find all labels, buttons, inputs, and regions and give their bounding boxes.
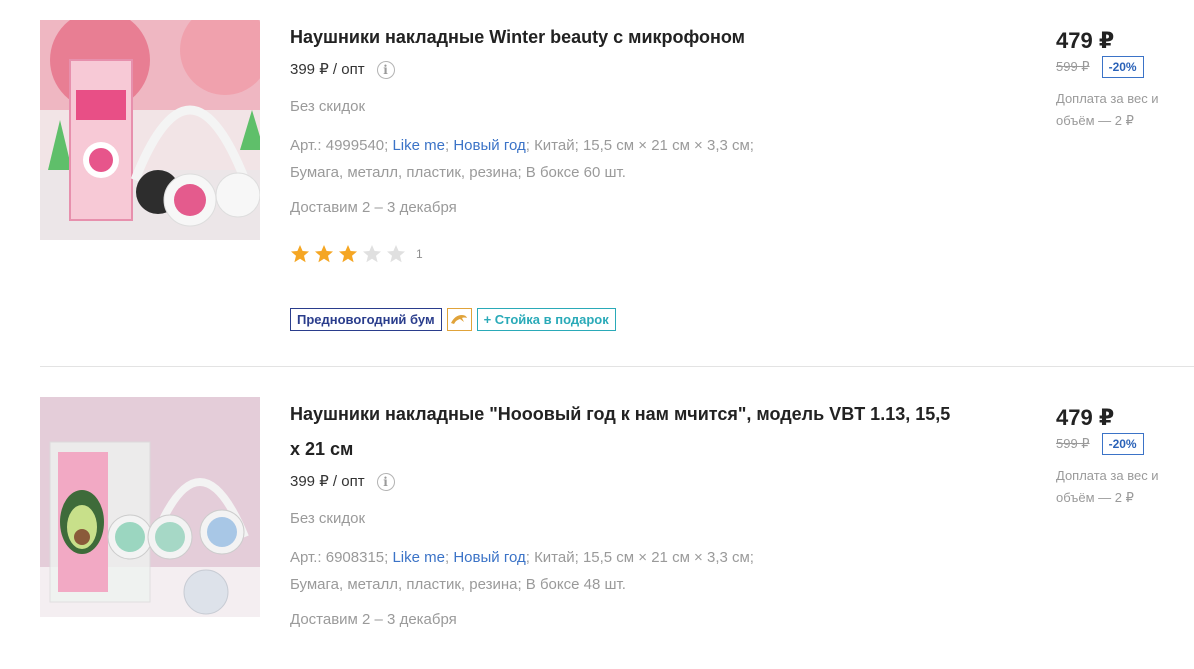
old-price: 599 ₽: [1056, 436, 1090, 451]
star-empty-icon: [386, 244, 410, 264]
product-title[interactable]: Наушники накладные Winter beauty с микро…: [290, 20, 970, 55]
article-number: Арт.: 4999540;: [290, 137, 389, 154]
product-properties: Арт.: 4999540; Like me; Новый год; Китай…: [290, 132, 970, 186]
no-discount-text: Без скидок: [290, 98, 365, 115]
wholesale-price: 399 ₽ / опт i: [290, 58, 970, 82]
wholesale-price-text: 399 ₽ / опт: [290, 61, 365, 78]
rating[interactable]: 1: [290, 244, 970, 264]
surcharge-text: Доплата за вес и объём — 2 ₽: [1056, 91, 1159, 128]
price-block: 479 ₽ 599 ₽ -20% Доплата за вес и объём …: [1056, 28, 1194, 132]
price: 479 ₽: [1056, 405, 1115, 430]
gift-badge[interactable]: + Стойка в подарок: [476, 307, 616, 331]
product-info: Наушники накладные "Нооовый год к нам мч…: [290, 397, 970, 632]
product-properties: Арт.: 6908315; Like me; Новый год; Китай…: [290, 544, 970, 598]
star-icon: [314, 244, 338, 264]
star-icon: [338, 244, 362, 264]
headphones-winter-beauty-image: [40, 20, 260, 240]
brand-link[interactable]: Like me: [392, 549, 445, 566]
info-icon[interactable]: i: [376, 473, 395, 491]
properties-line-2: Бумага, металл, пластик, резина; В боксе…: [290, 164, 626, 181]
old-price: 599 ₽: [1056, 59, 1090, 74]
discount-badge: -20%: [1101, 56, 1144, 78]
collection-link[interactable]: Новый год: [453, 549, 525, 566]
article-number: Арт.: 6908315;: [290, 549, 389, 566]
reviews-count: 1: [416, 247, 423, 261]
discount-badge: -20%: [1101, 433, 1144, 455]
product-info: Наушники накладные Winter beauty с микро…: [290, 20, 970, 331]
old-price-row: 599 ₽ -20%: [1056, 56, 1194, 78]
price: 479 ₽: [1056, 28, 1115, 53]
properties-line-1: Арт.: 6908315; Like me; Новый год; Китай…: [290, 544, 970, 571]
info-icon[interactable]: i: [376, 61, 395, 79]
separator: ;: [445, 549, 450, 566]
wholesale-price: 399 ₽ / опт i: [290, 470, 970, 494]
product-image[interactable]: [40, 20, 260, 240]
old-price-row: 599 ₽ -20%: [1056, 433, 1194, 455]
product-card: Наушники накладные Winter beauty с микро…: [40, 20, 1194, 367]
properties-line-1: Арт.: 4999540; Like me; Новый год; Китай…: [290, 132, 970, 159]
delivery-date: Доставим 2 – 3 декабря: [290, 611, 457, 628]
no-discount-text: Без скидок: [290, 510, 365, 527]
brand-link[interactable]: Like me: [392, 137, 445, 154]
collection-link[interactable]: Новый год: [453, 137, 525, 154]
star-empty-icon: [362, 244, 386, 264]
product-card: Наушники накладные "Нооовый год к нам мч…: [40, 397, 1194, 669]
delivery-date: Доставим 2 – 3 декабря: [290, 199, 457, 216]
headphones-avocado-image: [40, 397, 260, 617]
product-title[interactable]: Наушники накладные "Нооовый год к нам мч…: [290, 397, 960, 467]
properties-line-2: Бумага, металл, пластик, резина; В боксе…: [290, 576, 626, 593]
price-block: 479 ₽ 599 ₽ -20% Доплата за вес и объём …: [1056, 405, 1194, 509]
surcharge-text: Доплата за вес и объём — 2 ₽: [1056, 468, 1159, 505]
star-icon: [290, 244, 314, 264]
properties-rest: ; Китай; 15,5 см × 21 см × 3,3 см;: [525, 549, 754, 566]
badges: Предновогодний бум + Стойка в подарок: [290, 307, 970, 331]
wholesale-price-text: 399 ₽ / опт: [290, 473, 365, 490]
dolphin-icon[interactable]: [446, 307, 472, 331]
separator: ;: [445, 137, 450, 154]
promo-badge[interactable]: Предновогодний бум: [290, 307, 442, 331]
product-image[interactable]: [40, 397, 260, 617]
properties-rest: ; Китай; 15,5 см × 21 см × 3,3 см;: [525, 137, 754, 154]
